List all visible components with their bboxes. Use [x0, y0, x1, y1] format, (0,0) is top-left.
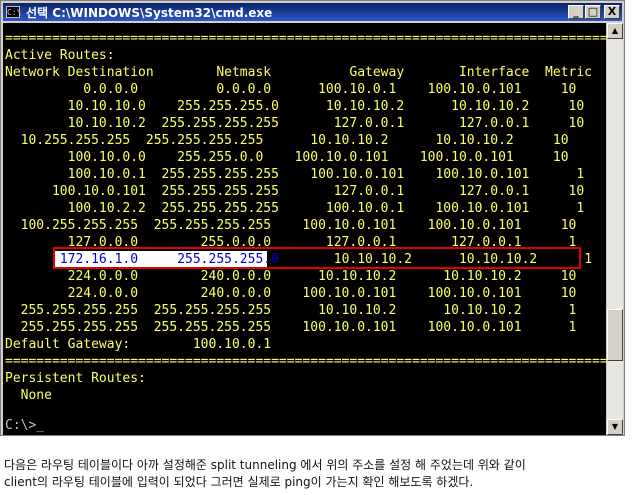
scroll-down-button[interactable]: ▼ — [607, 419, 623, 435]
caption-line-2: client의 라우팅 테이블에 입력이 되었다 그러면 실제로 ping이 가… — [4, 475, 474, 489]
route-table-text: ========================================… — [5, 30, 606, 421]
red-annotation-box — [53, 247, 581, 269]
console-line: ========================================… — [5, 354, 606, 369]
console-line: 224.0.0.0 240.0.0.0 100.10.0.101 100.10.… — [67, 286, 577, 301]
console-line: 0.0.0.0 0.0.0.0 100.10.0.1 100.10.0.101 … — [83, 82, 577, 97]
console-line: 224.0.0.0 240.0.0.0 10.10.10.2 10.10.10.… — [67, 269, 577, 284]
minimize-button[interactable]: _ — [568, 5, 584, 19]
command-prompt[interactable]: C:\>_ — [5, 419, 44, 433]
console-line: ========================================… — [5, 31, 606, 46]
console-line: Active Routes: — [5, 48, 115, 63]
console-line: None — [20, 388, 52, 403]
console-line: 100.10.0.0 255.255.0.0 100.10.0.101 100.… — [67, 150, 569, 165]
window-title: 선택 C:\WINDOWS\System32\cmd.exe — [26, 5, 273, 20]
console-line: 100.10.0.1 255.255.255.255 100.10.0.101 … — [67, 167, 585, 182]
console-line: 100.255.255.255 255.255.255.255 100.10.0… — [20, 218, 577, 233]
vertical-scrollbar[interactable]: ▲ ▼ — [607, 23, 623, 435]
caption-text: 다음은 라우팅 테이블이다 아까 설정해준 split tunneling 에서… — [4, 457, 628, 491]
scroll-thumb[interactable] — [607, 309, 623, 361]
console-line: 10.255.255.255 255.255.255.255 10.10.10.… — [20, 133, 569, 148]
close-button[interactable]: X — [604, 5, 620, 19]
caption-line-1: 다음은 라우팅 테이블이다 아까 설정해준 split tunneling 에서… — [4, 458, 526, 472]
console-line: 10.10.10.2 255.255.255.255 127.0.0.1 127… — [67, 116, 585, 131]
row-lead — [5, 252, 60, 267]
cmd-app-icon[interactable]: C:\ — [6, 6, 21, 18]
scroll-up-button[interactable]: ▲ — [607, 23, 623, 39]
console-line: 100.10.2.2 255.255.255.255 100.10.0.1 10… — [67, 201, 585, 216]
console-line: 10.10.10.0 255.255.255.0 10.10.10.2 10.1… — [67, 99, 585, 114]
cmd-window: C:\ 선택 C:\WINDOWS\System32\cmd.exe _ □ X… — [0, 0, 625, 436]
console-line: 255.255.255.255 255.255.255.255 10.10.10… — [20, 303, 577, 318]
console-line: 255.255.255.255 255.255.255.255 100.10.0… — [20, 320, 577, 335]
console-line: 100.10.0.101 255.255.255.255 127.0.0.1 1… — [51, 184, 585, 199]
console-line: Persistent Routes: — [5, 371, 146, 386]
console-line: Default Gateway: 100.10.0.1 — [5, 337, 272, 352]
console-line: Network Destination Netmask Gateway Inte… — [5, 65, 592, 80]
maximize-button[interactable]: □ — [585, 5, 601, 19]
console-output[interactable]: ========================================… — [3, 23, 606, 435]
title-bar[interactable]: C:\ 선택 C:\WINDOWS\System32\cmd.exe _ □ X — [3, 3, 622, 21]
